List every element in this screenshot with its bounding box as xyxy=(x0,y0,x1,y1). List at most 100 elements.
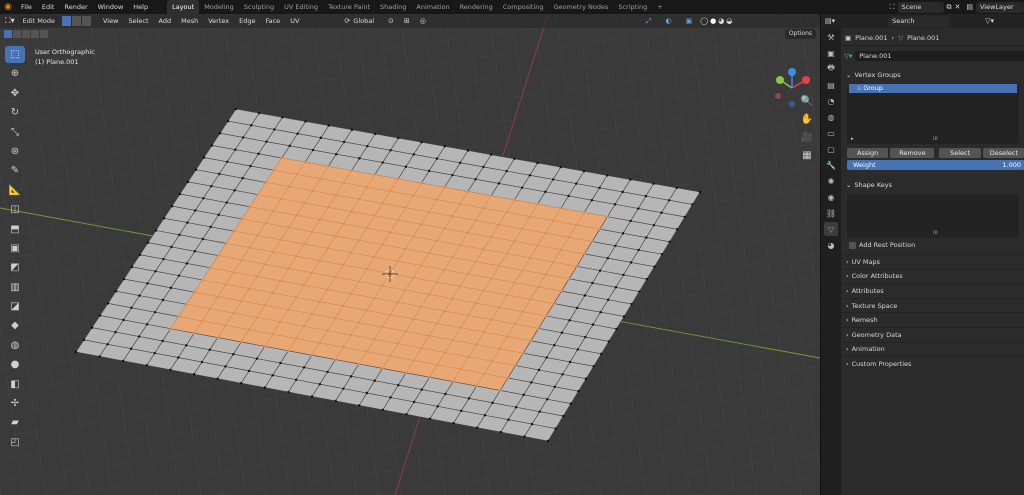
scene-icon[interactable]: ⛶ xyxy=(890,3,895,12)
shrink-fatten-tool-icon[interactable]: ✢ xyxy=(5,395,25,412)
list-grip-icon[interactable]: ⁞⁞⁞ xyxy=(933,230,938,236)
cursor-tool-icon[interactable]: ⊕ xyxy=(5,65,25,82)
panel-color-attributes[interactable]: › Color Attributes xyxy=(841,268,1024,284)
panel-attributes[interactable]: › Attributes xyxy=(841,283,1024,298)
select-extend-button[interactable] xyxy=(13,30,21,38)
vertex-group-item[interactable]: ⁝⁝ Group xyxy=(849,84,1017,93)
mesh-data-tab-icon[interactable]: ▽ xyxy=(824,222,838,236)
panel-remesh[interactable]: › Remesh xyxy=(841,312,1024,327)
camera-icon[interactable]: 🎥 xyxy=(800,130,814,144)
view-layer-tab-icon[interactable]: ▤ xyxy=(824,78,838,92)
shading-solid-icon[interactable]: ● xyxy=(710,17,716,25)
viewport-menu-select[interactable]: Select xyxy=(123,17,153,25)
menu-render[interactable]: Render xyxy=(59,0,92,14)
smooth-tool-icon[interactable]: ● xyxy=(5,356,25,373)
edge-slide-tool-icon[interactable]: ◧ xyxy=(5,376,25,393)
weight-slider[interactable]: Weight 1.000 xyxy=(847,160,1024,170)
editor-type-icon[interactable]: ⛶▾ xyxy=(5,16,15,26)
viewport-menu-uv[interactable]: UV xyxy=(285,17,304,25)
vertex-groups-list[interactable]: ⁝⁝ Group ▸ ⁞⁞⁞ xyxy=(847,84,1019,144)
tab-uv-editing[interactable]: UV Editing xyxy=(279,0,323,14)
select-box-tool-icon[interactable]: ⬚ xyxy=(5,46,25,63)
scene-options-icon[interactable]: ⧉ xyxy=(947,3,952,12)
close-icon[interactable]: ✕ xyxy=(955,3,961,11)
tab-geometry-nodes[interactable]: Geometry Nodes xyxy=(549,0,614,14)
shading-material-icon[interactable]: ◕ xyxy=(718,17,724,25)
annotate-tool-icon[interactable]: ✎ xyxy=(5,162,25,179)
mesh-datablock-name[interactable]: Plane.001 xyxy=(855,51,1024,61)
measure-tool-icon[interactable]: 📐 xyxy=(5,182,25,199)
menu-help[interactable]: Help xyxy=(128,0,153,14)
transform-tool-icon[interactable]: ⊛ xyxy=(5,143,25,160)
viewport-menu-edge[interactable]: Edge xyxy=(234,17,260,25)
checkbox-icon[interactable] xyxy=(849,241,856,249)
tab-shading[interactable]: Shading xyxy=(375,0,411,14)
pin-icon[interactable]: ▽▾ xyxy=(985,17,994,25)
scene-field[interactable]: Scene xyxy=(897,1,944,13)
menu-file[interactable]: File xyxy=(16,0,37,14)
viewport-menu-mesh[interactable]: Mesh xyxy=(176,17,203,25)
menu-edit[interactable]: Edit xyxy=(37,0,60,14)
output-tab-icon[interactable]: 🖶 xyxy=(824,62,838,76)
object-tab-icon[interactable]: ▢ xyxy=(824,142,838,156)
view-layer-icon[interactable]: ▤ xyxy=(966,3,973,11)
viewport-canvas[interactable] xyxy=(0,14,820,495)
move-tool-icon[interactable]: ✥ xyxy=(5,85,25,102)
shading-wireframe-icon[interactable]: ◯ xyxy=(700,17,708,25)
edge-select-button[interactable] xyxy=(72,16,81,26)
viewport-menu-view[interactable]: View xyxy=(98,17,123,25)
mode-dropdown[interactable]: Edit Mode xyxy=(18,16,59,26)
list-resize-icon[interactable]: ▸ xyxy=(851,136,854,142)
constraints-tab-icon[interactable]: ⛓ xyxy=(824,206,838,220)
scale-tool-icon[interactable]: ⤡ xyxy=(5,124,25,141)
xray-toggle-icon[interactable]: ▣ xyxy=(686,17,693,25)
knife-tool-icon[interactable]: ◪ xyxy=(5,298,25,315)
3d-viewport[interactable]: ⛶▾ Edit Mode View Select Add Mesh Vertex Edge… xyxy=(0,14,820,495)
scene-tab-icon[interactable]: ◔ xyxy=(824,94,838,108)
tab-sculpting[interactable]: Sculpting xyxy=(239,0,279,14)
render-tab-icon[interactable]: ▣ xyxy=(824,46,838,60)
select-intersect-button[interactable] xyxy=(40,30,48,38)
add-rest-position-checkbox[interactable]: Add Rest Position xyxy=(849,241,1024,249)
select-button[interactable]: Select xyxy=(939,148,981,158)
bevel-tool-icon[interactable]: ◩ xyxy=(5,259,25,276)
assign-button[interactable]: Assign xyxy=(847,148,889,158)
mesh-data-icon[interactable]: ▽▾ xyxy=(844,52,852,60)
collection-tab-icon[interactable]: ▭ xyxy=(824,126,838,140)
editor-type-icon[interactable]: ▤▾ xyxy=(825,17,835,25)
pivot-icon[interactable]: ⊙ xyxy=(388,17,394,25)
proportional-edit-icon[interactable]: ◎ xyxy=(420,17,426,25)
tab-texture-paint[interactable]: Texture Paint xyxy=(323,0,375,14)
remove-button[interactable]: Remove xyxy=(890,148,935,158)
face-select-button[interactable] xyxy=(82,16,91,26)
shear-tool-icon[interactable]: ▰ xyxy=(5,414,25,431)
material-tab-icon[interactable]: ◕ xyxy=(824,238,838,252)
viewport-menu-vertex[interactable]: Vertex xyxy=(203,17,234,25)
add-cube-tool-icon[interactable]: ◫ xyxy=(5,201,25,218)
properties-search-input[interactable]: Search xyxy=(888,15,951,27)
vertex-select-button[interactable] xyxy=(62,16,71,26)
rip-tool-icon[interactable]: ◰ xyxy=(5,434,25,451)
select-invert-button[interactable] xyxy=(31,30,39,38)
blender-logo-icon[interactable]: ◉ xyxy=(0,0,16,14)
world-tab-icon[interactable]: ◍ xyxy=(824,110,838,124)
perspective-grid-icon[interactable]: ▦ xyxy=(800,148,814,162)
poly-build-tool-icon[interactable]: ◆ xyxy=(5,317,25,334)
zoom-icon[interactable]: 🔍 xyxy=(800,94,814,108)
view-layer-field[interactable]: ViewLayer xyxy=(976,1,1024,13)
particles-tab-icon[interactable]: ✺ xyxy=(824,174,838,188)
loop-cut-tool-icon[interactable]: ▥ xyxy=(5,279,25,296)
physics-tab-icon[interactable]: ◉ xyxy=(824,190,838,204)
tab-compositing[interactable]: Compositing xyxy=(498,0,549,14)
panel-geometry-data[interactable]: › Geometry Data xyxy=(841,326,1024,342)
panel-custom-properties[interactable]: › Custom Properties xyxy=(841,356,1024,371)
snap-icon[interactable]: ⊞ xyxy=(404,17,410,25)
panel-animation[interactable]: › Animation xyxy=(841,341,1024,357)
tab-modeling[interactable]: Modeling xyxy=(199,0,239,14)
viewport-menu-add[interactable]: Add xyxy=(154,17,177,25)
panel-uv-maps[interactable]: › UV Maps xyxy=(841,254,1024,269)
modifier-tab-icon[interactable]: 🔧 xyxy=(824,158,838,172)
tab-scripting[interactable]: Scripting xyxy=(613,0,652,14)
spin-tool-icon[interactable]: ◍ xyxy=(5,337,25,354)
menu-window[interactable]: Window xyxy=(93,0,129,14)
